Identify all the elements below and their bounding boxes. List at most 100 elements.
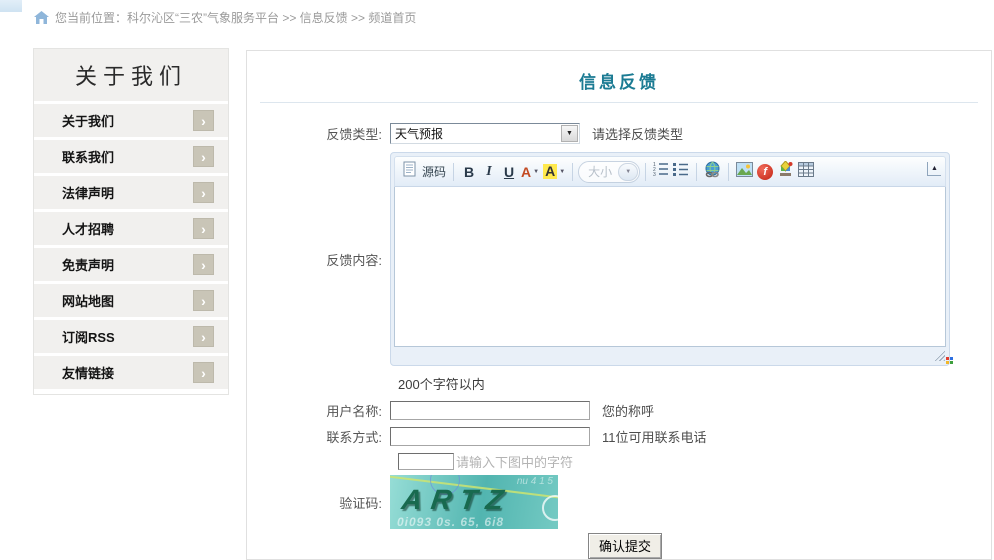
username-label: 用户名称:	[247, 401, 390, 420]
username-hint: 您的称呼	[602, 401, 654, 420]
contact-hint: 11位可用联系电话	[602, 427, 707, 446]
sidebar-title: 关于我们	[34, 49, 228, 101]
sidebar: 关于我们 关于我们 › 联系我们 › 法律声明 › 人才招聘 › 免责声明 › …	[33, 48, 229, 395]
chevron-right-icon[interactable]: ›	[193, 110, 214, 131]
captcha-input-hint: 请输入下图中的字符	[456, 452, 573, 471]
chevron-right-icon[interactable]: ›	[193, 290, 214, 311]
chevron-right-icon[interactable]: ›	[193, 146, 214, 167]
captcha-label: 验证码:	[247, 493, 390, 512]
username-row: 用户名称: 您的称呼	[247, 401, 991, 420]
chevron-right-icon[interactable]: ›	[193, 218, 214, 239]
sidebar-item-label: 友情链接	[62, 363, 114, 382]
italic-icon: I	[486, 164, 491, 180]
flash-letter: f	[763, 166, 767, 178]
chevron-right-icon[interactable]: ›	[193, 182, 214, 203]
insert-graphics-button[interactable]	[775, 161, 796, 183]
toolbar-separator	[572, 163, 573, 181]
title-divider	[260, 102, 978, 103]
breadcrumb: 您当前位置：科尔沁区“三农”气象服务平台 >> 信息反馈 >> 频道首页	[34, 9, 416, 26]
sidebar-item-about[interactable]: 关于我们 ›	[34, 104, 228, 137]
dropdown-caret-icon: ▼	[533, 169, 539, 175]
sidebar-item-label: 免责声明	[62, 255, 114, 274]
font-size-label: 大小	[588, 163, 612, 180]
dropdown-caret-icon: ▼	[559, 169, 565, 175]
sidebar-item-rss[interactable]: 订阅RSS ›	[34, 320, 228, 353]
sidebar-item-jobs[interactable]: 人才招聘 ›	[34, 212, 228, 245]
dropdown-arrow-icon[interactable]: ▼	[561, 125, 578, 142]
feedback-type-hint: 请选择反馈类型	[592, 124, 683, 143]
chevron-right-icon[interactable]: ›	[193, 362, 214, 383]
contact-input[interactable]	[390, 427, 590, 446]
insert-link-button[interactable]	[702, 161, 723, 183]
flash-icon: f	[757, 164, 773, 180]
username-input[interactable]	[390, 401, 590, 420]
insert-table-button[interactable]	[796, 161, 816, 183]
insert-flash-button[interactable]: f	[755, 161, 775, 183]
breadcrumb-text[interactable]: 您当前位置：科尔沁区“三农”气象服务平台 >> 信息反馈 >> 频道首页	[55, 9, 416, 26]
sidebar-item-legal[interactable]: 法律声明 ›	[34, 176, 228, 209]
underline-button[interactable]: U	[499, 161, 519, 183]
editor-content-area[interactable]	[394, 187, 946, 347]
sidebar-item-sitemap[interactable]: 网站地图 ›	[34, 284, 228, 317]
collapse-toolbar-icon[interactable]: ▲	[927, 162, 941, 176]
sidebar-item-label: 法律声明	[62, 183, 114, 202]
richtext-editor: 源码 B I U A ▼	[390, 152, 950, 366]
toolbar-separator	[453, 163, 454, 181]
editor-bottom-bar	[394, 347, 946, 362]
bg-color-icon: A	[543, 164, 557, 179]
sidebar-item-links[interactable]: 友情链接 ›	[34, 356, 228, 389]
link-globe-icon	[704, 161, 721, 183]
text-color-icon: A	[521, 164, 531, 180]
char-limit-hint: 200个字符以内	[398, 374, 991, 393]
bullet-list-icon	[673, 161, 689, 182]
captcha-noise-circle	[542, 495, 558, 521]
toolbar-separator	[696, 163, 697, 181]
sidebar-item-label: 订阅RSS	[62, 327, 115, 346]
captcha-noise-text: nu 4 1 5	[517, 476, 553, 487]
main-panel: 信息反馈 反馈类型: 天气预报 ▼ 请选择反馈类型 反馈内容: 源码	[246, 50, 992, 560]
submit-button[interactable]: 确认提交	[588, 533, 662, 559]
resize-grip-icon[interactable]	[932, 348, 945, 361]
insert-image-button[interactable]	[734, 161, 755, 183]
table-icon	[798, 162, 814, 182]
toolbar-separator	[645, 163, 646, 181]
captcha-image[interactable]: nu 4 1 5 0i093 0s. 65, 6i8 ARTZ	[390, 475, 558, 529]
graphics-icon	[777, 161, 794, 182]
feedback-type-row: 反馈类型: 天气预报 ▼ 请选择反馈类型	[247, 123, 991, 144]
chevron-right-icon[interactable]: ›	[193, 326, 214, 347]
bold-button[interactable]: B	[459, 161, 479, 183]
source-button[interactable]: 源码	[401, 161, 448, 183]
sidebar-item-label: 网站地图	[62, 291, 114, 310]
toolbar-separator	[728, 163, 729, 181]
underline-icon: U	[504, 164, 514, 180]
captcha-row: 验证码: nu 4 1 5 0i093 0s. 65, 6i8 ARTZ	[247, 475, 991, 529]
page-title: 信息反馈	[247, 68, 991, 93]
contact-label: 联系方式:	[247, 427, 390, 446]
text-color-button[interactable]: A ▼	[519, 161, 541, 183]
color-dots-icon	[946, 357, 953, 364]
feedback-content-label: 反馈内容:	[247, 250, 390, 269]
submit-row: 确认提交	[247, 533, 991, 559]
bold-icon: B	[464, 164, 474, 180]
contact-row: 联系方式: 11位可用联系电话	[247, 427, 991, 446]
sidebar-item-disclaimer[interactable]: 免责声明 ›	[34, 248, 228, 281]
sidebar-item-contact[interactable]: 联系我们 ›	[34, 140, 228, 173]
feedback-content-row: 反馈内容: 源码 B I	[247, 152, 991, 366]
italic-button[interactable]: I	[479, 161, 499, 183]
captcha-noise-text: 0i093 0s. 65, 6i8	[397, 515, 504, 529]
font-size-dropdown-icon[interactable]: ▼	[618, 163, 638, 181]
feedback-type-value: 天气预报	[395, 125, 443, 142]
chevron-right-icon[interactable]: ›	[193, 254, 214, 275]
editor-toolbar: 源码 B I U A ▼	[394, 156, 946, 187]
source-label: 源码	[422, 163, 446, 180]
sidebar-item-label: 关于我们	[62, 111, 114, 130]
captcha-input[interactable]	[398, 453, 454, 470]
captcha-input-row: 请输入下图中的字符	[247, 452, 991, 471]
bg-color-button[interactable]: A ▼	[541, 161, 567, 183]
sidebar-item-label: 人才招聘	[62, 219, 114, 238]
svg-text:3: 3	[653, 172, 656, 177]
font-size-combo[interactable]: 大小 ▼	[578, 161, 640, 183]
numbered-list-button[interactable]: 1 2 3	[651, 161, 671, 183]
bullet-list-button[interactable]	[671, 161, 691, 183]
feedback-type-select[interactable]: 天气预报 ▼	[390, 123, 580, 144]
